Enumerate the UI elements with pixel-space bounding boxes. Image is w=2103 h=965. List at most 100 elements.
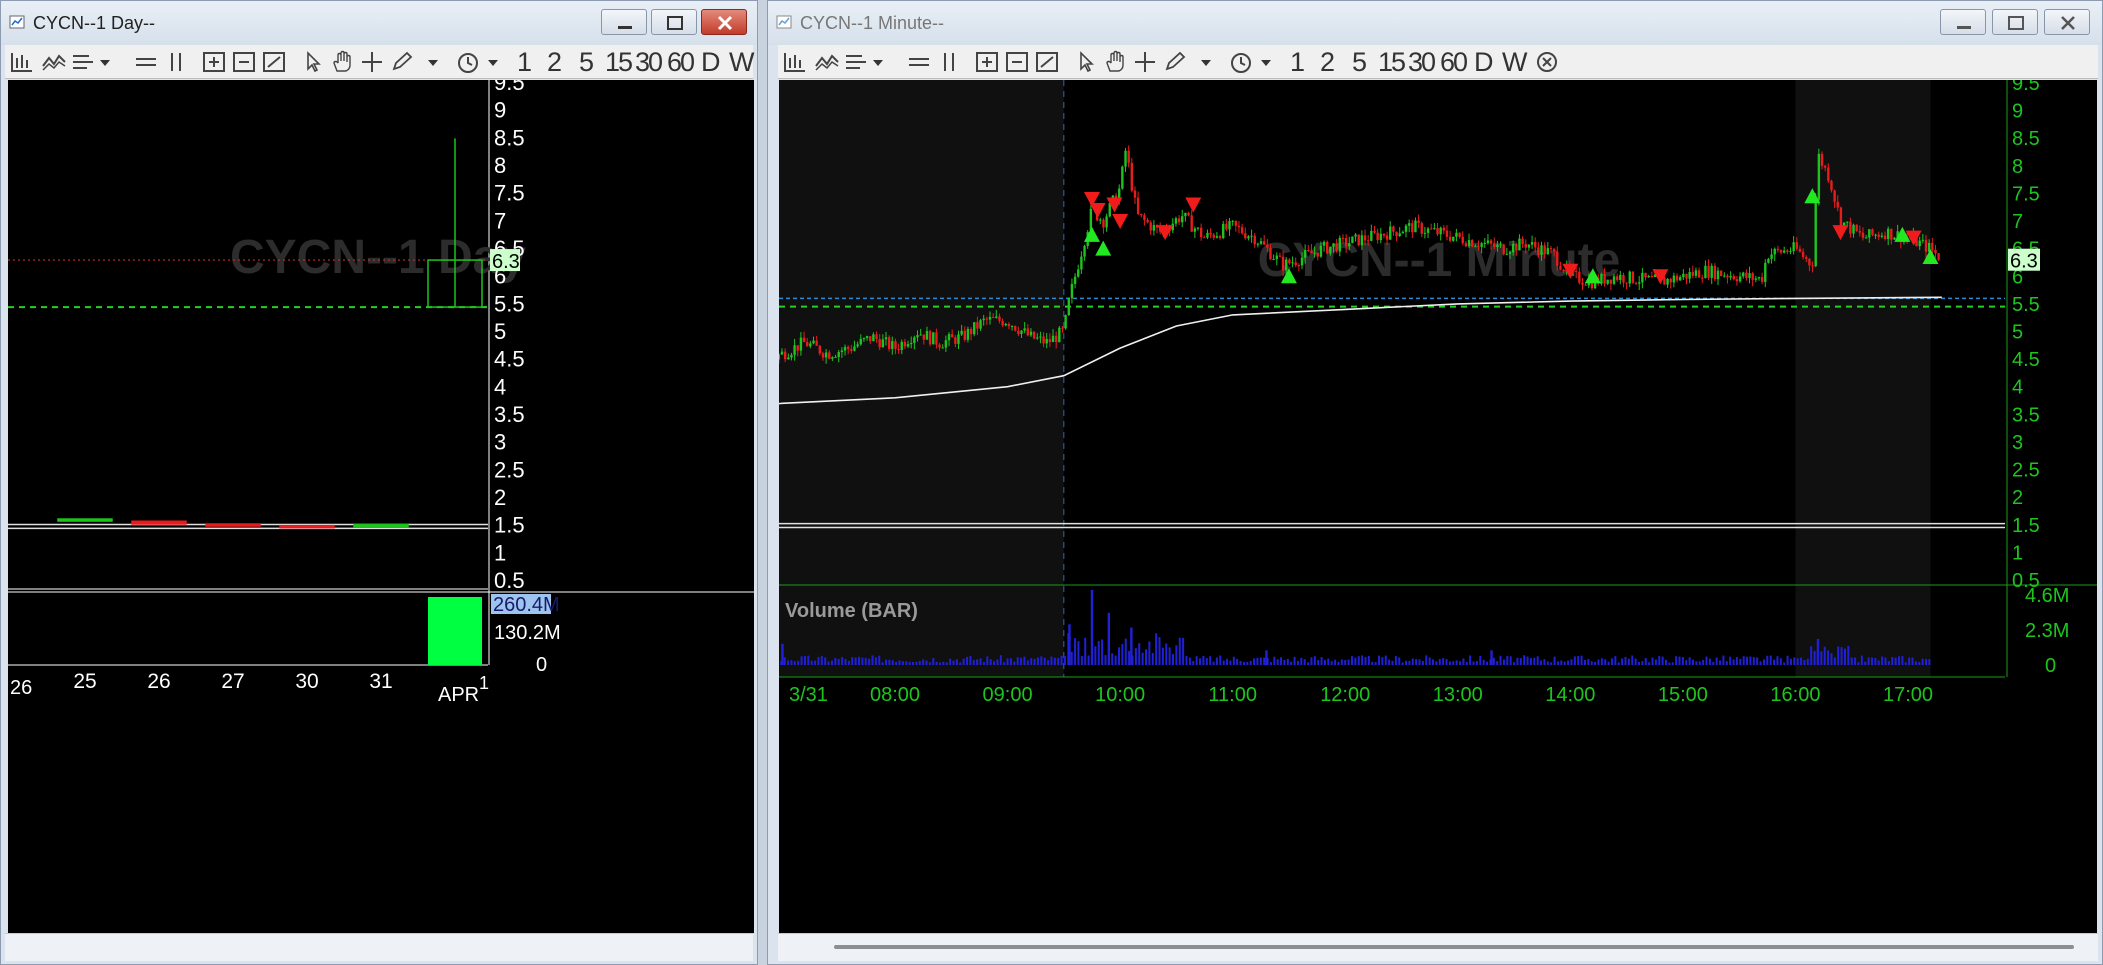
volume-bar	[1172, 654, 1175, 665]
hand-icon[interactable]	[329, 50, 355, 74]
horizontal-line-icon[interactable]	[906, 50, 932, 74]
zoom-in-icon[interactable]	[974, 50, 1000, 74]
candle-body	[1537, 247, 1540, 255]
horizontal-line-icon[interactable]	[133, 50, 159, 74]
volume-bar	[1165, 643, 1168, 665]
candle-body	[850, 348, 853, 351]
candlestick	[1600, 272, 1603, 286]
interval-15-button[interactable]: 15	[1378, 48, 1406, 76]
candlestick	[1738, 272, 1742, 283]
bar-chart-icon[interactable]	[9, 50, 35, 74]
volume-bar	[1631, 655, 1634, 665]
maximize-button[interactable]	[651, 9, 697, 35]
price-tick-label: 9	[494, 98, 506, 123]
close-button[interactable]	[701, 9, 747, 35]
fit-chart-icon[interactable]	[1034, 50, 1060, 74]
hand-icon[interactable]	[1102, 50, 1128, 74]
candle-body	[1300, 257, 1304, 266]
interval-30-button[interactable]: 30	[1408, 48, 1436, 76]
zoom-in-icon[interactable]	[201, 50, 227, 74]
interval-5-button[interactable]: 5	[1352, 48, 1367, 76]
candle-body	[1764, 262, 1767, 282]
volume-bar	[1891, 657, 1894, 665]
line-chart-icon[interactable]	[814, 50, 840, 74]
window-titlebar[interactable]: CYCN--1 Minute--	[768, 1, 2102, 45]
candle-body	[1493, 243, 1496, 248]
volume-bar	[1719, 660, 1722, 665]
volume-bar	[1448, 661, 1451, 665]
line-chart-icon[interactable]	[41, 50, 67, 74]
interval-1-button[interactable]: 1	[1290, 48, 1305, 76]
clock-icon[interactable]	[455, 50, 481, 74]
interval-day-button[interactable]: D	[701, 48, 721, 76]
candle-body	[1779, 250, 1783, 253]
chevron-down-icon[interactable]	[97, 50, 113, 74]
candlestick	[1099, 217, 1102, 225]
interval-2-button[interactable]: 2	[1320, 48, 1335, 76]
pencil-icon[interactable]	[1162, 50, 1188, 74]
candlestick	[1682, 269, 1685, 280]
candle-body	[1921, 239, 1925, 241]
chevron-down-icon[interactable]	[1198, 50, 1214, 74]
bar-chart-icon[interactable]	[782, 50, 808, 74]
minimize-button[interactable]	[1940, 9, 1986, 35]
sell-signal-arrow	[1185, 197, 1202, 213]
crosshair-icon[interactable]	[1132, 50, 1158, 74]
clock-icon[interactable]	[1228, 50, 1254, 74]
close-button[interactable]	[2044, 9, 2090, 35]
volume-bar	[814, 660, 817, 665]
volume-bar	[1151, 652, 1154, 665]
volume-bar	[1377, 655, 1380, 665]
horizontal-scrollbar[interactable]	[778, 933, 2098, 961]
studies-icon[interactable]	[71, 50, 97, 74]
volume-bar	[1111, 653, 1114, 665]
candle-body	[1102, 219, 1105, 228]
scrollbar-thumb[interactable]	[834, 945, 2074, 949]
interval-60-button[interactable]: 60	[667, 48, 695, 76]
volume-bar	[972, 660, 975, 665]
cursor-icon[interactable]	[301, 50, 327, 74]
interval-60-button[interactable]: 60	[1440, 48, 1468, 76]
volume-bar	[949, 658, 952, 665]
interval-30-button[interactable]: 30	[635, 48, 663, 76]
crosshair-icon[interactable]	[359, 50, 385, 74]
interval-1-button[interactable]: 1	[517, 48, 532, 76]
candle-body	[1549, 248, 1553, 250]
volume-bar	[1506, 655, 1509, 665]
volume-bar	[928, 662, 931, 665]
interval-day-button[interactable]: D	[1474, 48, 1494, 76]
maximize-button[interactable]	[1992, 9, 2038, 35]
volume-bar	[918, 661, 921, 665]
interval-5-button[interactable]: 5	[579, 48, 594, 76]
window-titlebar[interactable]: CYCN--1 Day--	[1, 1, 757, 45]
candle-body	[1187, 212, 1190, 216]
horizontal-scrollbar[interactable]	[5, 933, 753, 961]
zoom-out-icon[interactable]	[231, 50, 257, 74]
chevron-down-icon[interactable]	[870, 50, 886, 74]
interval-week-button[interactable]: W	[729, 48, 754, 76]
window-title: CYCN--1 Day--	[33, 13, 156, 33]
daily-chart-area[interactable]: CYCN--1 Day 9.5 9 8.5 8 7.5 7 6.5 6 5.5 5 4.5 4 3.5 3 2…	[8, 80, 754, 933]
pencil-icon[interactable]	[389, 50, 415, 74]
cursor-icon[interactable]	[1074, 50, 1100, 74]
fit-chart-icon[interactable]	[261, 50, 287, 74]
zoom-out-icon[interactable]	[1004, 50, 1030, 74]
chevron-down-icon[interactable]	[425, 50, 441, 74]
volume-bar	[1239, 660, 1242, 665]
interval-2-button[interactable]: 2	[547, 48, 562, 76]
chevron-down-icon[interactable]	[1258, 50, 1274, 74]
vertical-line-icon[interactable]	[163, 50, 189, 74]
candle-body	[1489, 240, 1493, 244]
interval-week-button[interactable]: W	[1502, 48, 1527, 76]
vertical-line-icon[interactable]	[936, 50, 962, 74]
minute-chart-window: CYCN--1 Minute-- 1 2 5 15 30 60 D W CYCN…	[767, 0, 2103, 965]
minimize-button[interactable]	[601, 9, 647, 35]
minute-chart-area[interactable]: CYCN--1 Minute9.598.587.576.565.554.543.…	[779, 80, 2097, 933]
interval-15-button[interactable]: 15	[605, 48, 633, 76]
chevron-down-icon[interactable]	[485, 50, 501, 74]
candle-body	[1382, 233, 1386, 236]
volume-bar	[1486, 661, 1489, 665]
close-circle-icon[interactable]	[1534, 50, 1560, 74]
studies-icon[interactable]	[844, 50, 870, 74]
candle-body	[1710, 265, 1713, 278]
